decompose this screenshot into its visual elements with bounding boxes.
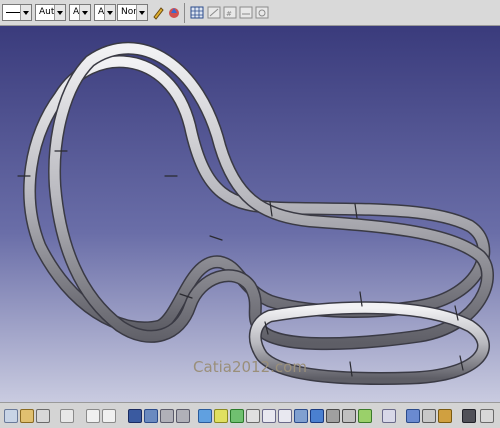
constraint-icon[interactable]: # (222, 4, 238, 21)
capture-icon[interactable] (462, 409, 476, 423)
material-icon[interactable] (422, 409, 436, 423)
chevron-down-icon (104, 5, 115, 20)
spec-tree-icon[interactable] (128, 409, 142, 423)
iso-view-icon[interactable] (310, 409, 324, 423)
toolbar-separator (184, 3, 185, 23)
zoom-in-icon[interactable] (262, 409, 276, 423)
fly-mode-icon[interactable] (198, 409, 212, 423)
chevron-down-icon (79, 5, 90, 20)
formula-icon[interactable] (86, 409, 100, 423)
apply-material-icon[interactable] (438, 409, 452, 423)
render-style-icon[interactable] (326, 409, 340, 423)
bottom-toolbar (0, 402, 500, 428)
normal-view-icon[interactable] (294, 409, 308, 423)
comment-icon[interactable] (102, 409, 116, 423)
rotate-icon[interactable] (246, 409, 260, 423)
more-tools-icon[interactable] (480, 409, 494, 423)
3d-viewport[interactable] (0, 26, 500, 402)
compass-icon[interactable] (406, 409, 420, 423)
redo-icon[interactable] (60, 409, 74, 423)
link-icon[interactable] (160, 409, 174, 423)
fit-all-icon[interactable] (214, 409, 228, 423)
parameters-icon[interactable] (144, 409, 158, 423)
line-combo-b[interactable]: Aut (94, 4, 116, 21)
paste-icon[interactable] (20, 409, 34, 423)
snap-icon[interactable] (206, 4, 222, 21)
watermark-text: Catia2012.com (193, 358, 307, 376)
hide-show-icon[interactable] (342, 409, 356, 423)
undo-icon[interactable] (36, 409, 50, 423)
zoom-out-icon[interactable] (278, 409, 292, 423)
grid-icon[interactable] (189, 4, 205, 21)
copy-icon[interactable] (4, 409, 18, 423)
pan-icon[interactable] (230, 409, 244, 423)
properties-icon[interactable] (166, 4, 182, 21)
painter-icon[interactable] (151, 4, 167, 21)
chevron-down-icon (136, 5, 147, 20)
analysis-icon[interactable] (254, 4, 270, 21)
chevron-down-icon (54, 5, 65, 20)
tube-model (17, 41, 494, 385)
select-icon[interactable] (176, 409, 190, 423)
line-combo-a[interactable]: Aut (69, 4, 91, 21)
line-type-combo[interactable] (2, 4, 32, 21)
swap-space-icon[interactable] (358, 409, 372, 423)
measure-icon[interactable] (382, 409, 396, 423)
dimension-icon[interactable] (238, 4, 254, 21)
layer-combo[interactable]: None (117, 4, 148, 21)
thickness-combo[interactable]: Auto (35, 4, 66, 21)
top-toolbar: Auto Aut Aut None # (0, 0, 500, 26)
chevron-down-icon (20, 5, 31, 20)
svg-text:#: # (226, 10, 232, 18)
